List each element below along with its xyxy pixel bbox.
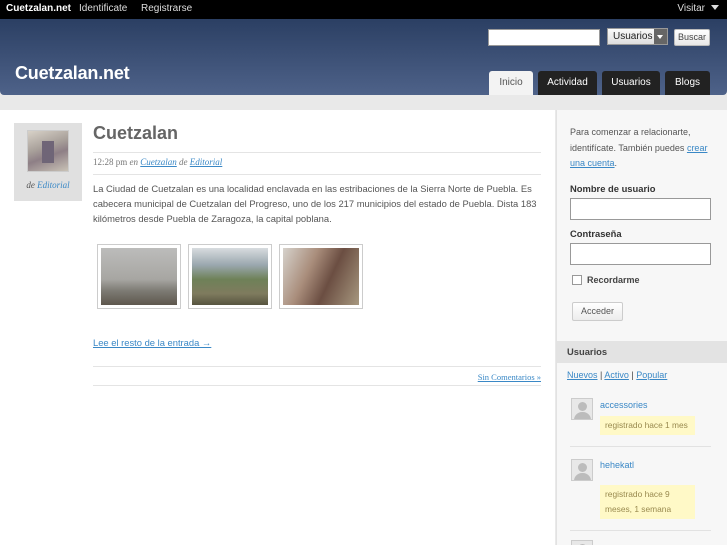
login-intro-end: . [614, 158, 618, 168]
divider [570, 446, 711, 447]
admin-bar-visit-menu[interactable]: Visitar [677, 0, 719, 19]
member-avatar[interactable] [571, 398, 593, 420]
filter-active-link[interactable]: Activo [604, 370, 629, 380]
search-scope-value: Usuarios [613, 31, 653, 42]
visit-label: Visitar [677, 3, 705, 14]
post-category-link[interactable]: Cuetzalan [140, 157, 177, 167]
search-input[interactable] [488, 29, 600, 46]
admin-bar-site-link[interactable]: Cuetzalan.net [6, 0, 71, 19]
admin-bar: Cuetzalan.net Identificate Registrarse V… [0, 0, 727, 19]
password-label: Contraseña [570, 228, 622, 239]
member-name-link[interactable]: accessories [600, 400, 648, 410]
nav-tab-usuarios[interactable]: Usuarios [602, 71, 660, 95]
member-avatar[interactable] [571, 540, 593, 545]
gallery-thumbnail-1[interactable] [97, 244, 181, 309]
divider [93, 385, 541, 386]
post-meta-by: de [179, 157, 188, 167]
chevron-down-icon [711, 5, 719, 10]
thumbnail-image [192, 248, 268, 305]
members-widget-title: Usuarios [557, 341, 727, 363]
post-author-link[interactable]: Editorial [190, 157, 223, 167]
nav-tab-blogs[interactable]: Blogs [665, 71, 710, 95]
remember-label: Recordarme [587, 275, 640, 285]
filter-separator: | [631, 370, 634, 380]
admin-bar-register-link[interactable]: Registrarse [141, 0, 192, 19]
post-meta-in: en [129, 157, 139, 167]
divider [93, 174, 541, 175]
author-avatar[interactable] [27, 130, 69, 172]
read-more-link[interactable]: Lee el resto de la entrada → [93, 337, 211, 348]
select-arrow-icon [654, 29, 667, 44]
post-title[interactable]: Cuetzalan [93, 123, 178, 144]
username-label: Nombre de usuario [570, 183, 656, 194]
member-registered-badge: registrado hace 9 meses, 1 semana [600, 485, 695, 519]
login-button[interactable]: Acceder [572, 302, 623, 321]
comments-link[interactable]: Sin Comentarios » [478, 372, 541, 382]
member-name-link[interactable]: hehekatl [600, 460, 634, 470]
site-title[interactable]: Cuetzalan.net [15, 63, 130, 84]
author-caption-prefix: de [26, 180, 35, 190]
search-scope-select[interactable]: Usuarios [607, 28, 668, 45]
password-field[interactable] [570, 243, 711, 265]
remember-checkbox[interactable] [572, 275, 582, 285]
username-field[interactable] [570, 198, 711, 220]
nav-tab-inicio[interactable]: Inicio [489, 71, 533, 95]
post-time: 12:28 pm [93, 157, 128, 167]
thumbnail-image [101, 248, 177, 305]
nav-tab-actividad[interactable]: Actividad [538, 71, 597, 95]
divider [93, 152, 541, 153]
filter-separator: | [600, 370, 603, 380]
login-intro: Para comenzar a relacionarte, identifíca… [570, 125, 720, 172]
members-filter: Nuevos | Activo | Popular [567, 370, 667, 380]
post-body: La Ciudad de Cuetzalan es una localidad … [93, 183, 537, 224]
post-meta: 12:28 pm en Cuetzalan de Editorial [93, 157, 222, 167]
author-caption: de Editorial [0, 180, 96, 190]
admin-bar-login-link[interactable]: Identificate [79, 0, 127, 19]
member-avatar[interactable] [571, 459, 593, 481]
gallery-thumbnail-2[interactable] [188, 244, 272, 309]
divider [570, 530, 711, 531]
login-intro-text: Para comenzar a relacionarte, identifíca… [570, 127, 691, 153]
search-button[interactable]: Buscar [674, 29, 710, 46]
thumbnail-image [283, 248, 359, 305]
site-header: Cuetzalan.net Usuarios Buscar Inicio Act… [0, 19, 727, 95]
author-caption-link[interactable]: Editorial [37, 180, 70, 190]
filter-popular-link[interactable]: Popular [636, 370, 667, 380]
divider [93, 366, 541, 367]
main-content [0, 110, 555, 545]
gallery-thumbnail-3[interactable] [279, 244, 363, 309]
member-registered-badge: registrado hace 1 mes [600, 416, 695, 435]
filter-newest-link[interactable]: Nuevos [567, 370, 598, 380]
